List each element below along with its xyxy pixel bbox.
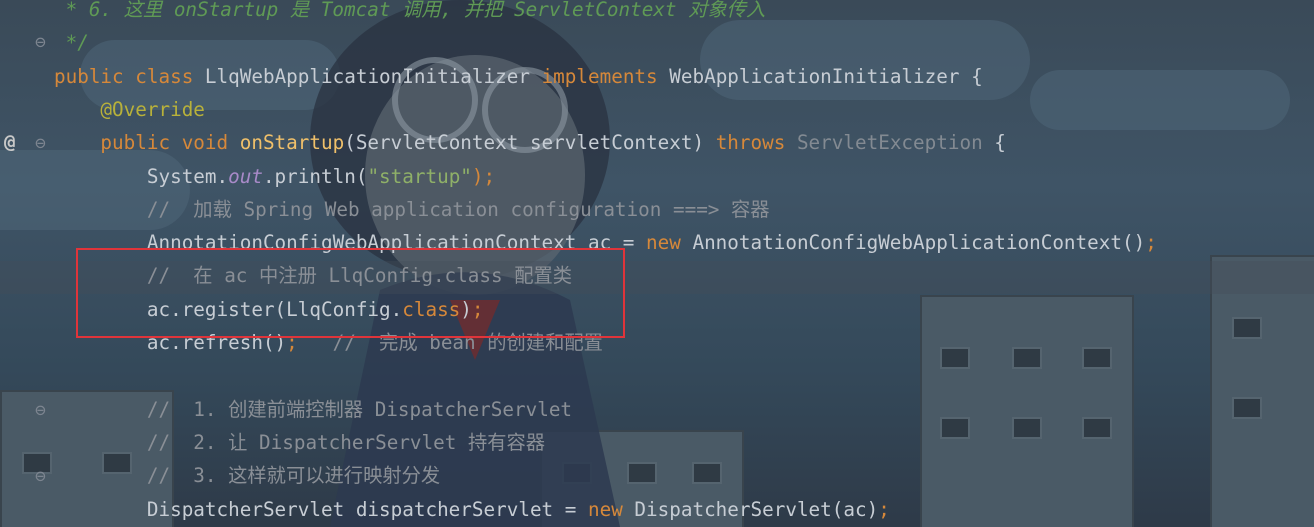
code-token: "startup" xyxy=(367,164,472,188)
code-token: ; xyxy=(878,497,890,521)
code-token: throws xyxy=(715,131,797,155)
code-token: // 1. 创建前端控制器 DispatcherServlet xyxy=(54,397,573,421)
background-building xyxy=(920,295,1134,527)
fold-marker-icon[interactable]: ⊖ xyxy=(35,400,46,421)
code-line[interactable]: System.out.println("startup"); xyxy=(54,160,495,193)
code-token: // 加载 Spring Web application configurati… xyxy=(54,197,770,221)
code-line[interactable]: // 加载 Spring Web application configurati… xyxy=(54,193,770,226)
background-building xyxy=(1210,255,1314,527)
code-token: DispatcherServlet dispatcherServlet = xyxy=(54,497,588,521)
editor-gutter: ⊖ @ ⊖ ⊖ ⊖ xyxy=(0,0,56,527)
code-token: // 2. 让 DispatcherServlet 持有容器 xyxy=(54,430,546,454)
code-token: WebApplicationInitializer { xyxy=(669,64,983,88)
code-token: { xyxy=(982,131,1006,155)
code-token: ); xyxy=(471,164,496,188)
code-line[interactable]: // 3. 这样就可以进行映射分发 xyxy=(54,459,440,492)
code-token: * 6. 这里 onStartup 是 Tomcat 调用, 并把 Servle… xyxy=(54,0,766,21)
code-line[interactable]: */ xyxy=(54,26,89,59)
code-token: (ServletContext servletContext) xyxy=(344,131,716,155)
code-token: new xyxy=(587,497,635,521)
code-line[interactable]: // 1. 创建前端控制器 DispatcherServlet xyxy=(54,393,572,426)
code-token: .println( xyxy=(262,164,368,188)
code-token: LlqWebApplicationInitializer xyxy=(204,64,542,88)
code-line[interactable]: @Override xyxy=(54,93,205,126)
code-token: new xyxy=(646,231,693,255)
code-token: AnnotationConfigWebApplicationContext() xyxy=(692,231,1146,255)
code-token: System. xyxy=(54,164,229,188)
code-line[interactable]: public class LlqWebApplicationInitialize… xyxy=(54,60,983,93)
code-line[interactable]: // 2. 让 DispatcherServlet 持有容器 xyxy=(54,426,545,459)
code-token: ; xyxy=(1145,231,1157,255)
override-marker-icon[interactable]: @ xyxy=(4,131,15,153)
code-token: out xyxy=(228,164,263,188)
code-token: // 3. 这样就可以进行映射分发 xyxy=(54,464,441,488)
code-token: */ xyxy=(54,31,89,55)
code-token: public void xyxy=(54,131,240,155)
code-token: @Override xyxy=(54,97,205,121)
code-token: DispatcherServlet(ac) xyxy=(634,497,879,521)
code-line[interactable]: DispatcherServlet dispatcherServlet = ne… xyxy=(54,493,890,526)
code-token: implements xyxy=(541,64,670,88)
code-line[interactable]: public void onStartup(ServletContext ser… xyxy=(54,126,1006,159)
code-token: onStartup xyxy=(239,131,345,155)
red-highlight-annotation-box xyxy=(76,248,625,338)
code-token: public class xyxy=(54,64,205,88)
code-token: ServletException xyxy=(796,131,983,155)
fold-marker-icon[interactable]: ⊖ xyxy=(35,133,46,154)
fold-marker-icon[interactable]: ⊖ xyxy=(35,466,46,487)
code-line[interactable]: * 6. 这里 onStartup 是 Tomcat 调用, 并把 Servle… xyxy=(54,0,766,26)
background-cloud xyxy=(1030,70,1290,130)
fold-marker-icon[interactable]: ⊖ xyxy=(35,32,46,53)
